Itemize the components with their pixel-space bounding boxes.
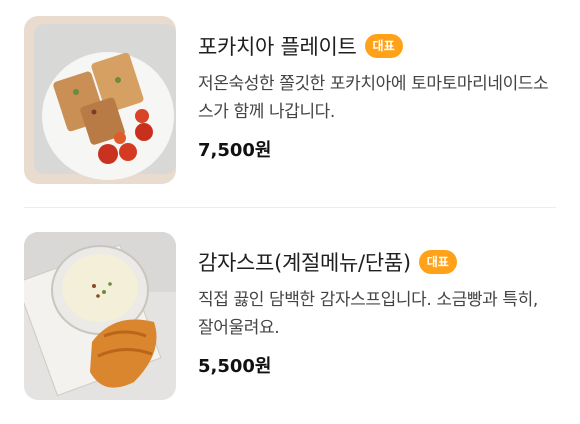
signature-badge: 대표: [364, 34, 403, 58]
menu-item-potato-soup[interactable]: 감자스프(계절메뉴/단품) 대표 직접 끓인 담백한 감자스프입니다. 소금빵과…: [24, 232, 556, 400]
focaccia-name-row: 포카치아 플레이트 대표: [198, 30, 556, 62]
potato-soup-image: [24, 232, 176, 400]
focaccia-plate-image: [24, 16, 176, 184]
menu-item-description: 직접 끓인 담백한 감자스프입니다. 소금빵과 특히, 잘어울려요.: [198, 290, 538, 338]
potato-soup-name-row: 감자스프(계절메뉴/단품) 대표: [198, 246, 556, 278]
menu-item-price: 5,500원: [198, 356, 272, 377]
focaccia-plate-photo-icon: [24, 16, 176, 184]
menu-item-price: 7,500원: [198, 140, 272, 161]
menu-item-focaccia[interactable]: 포카치아 플레이트 대표 저온숙성한 쫄깃한 포카치아에 토마토마리네이드소스가…: [24, 16, 556, 184]
menu-item-name: 포카치아 플레이트: [198, 35, 357, 59]
menu-item-description: 저온숙성한 쫄깃한 포카치아에 토마토마리네이드소스가 함께 나갑니다.: [198, 74, 549, 122]
divider: [24, 207, 556, 208]
signature-badge: 대표: [418, 250, 457, 274]
menu-item-name: 감자스프(계절메뉴/단품): [198, 251, 411, 275]
focaccia-info: 포카치아 플레이트 대표 저온숙성한 쫄깃한 포카치아에 토마토마리네이드소스가…: [198, 16, 556, 162]
potato-soup-info: 감자스프(계절메뉴/단품) 대표 직접 끓인 담백한 감자스프입니다. 소금빵과…: [198, 232, 556, 378]
potato-soup-photo-icon: [24, 232, 176, 400]
